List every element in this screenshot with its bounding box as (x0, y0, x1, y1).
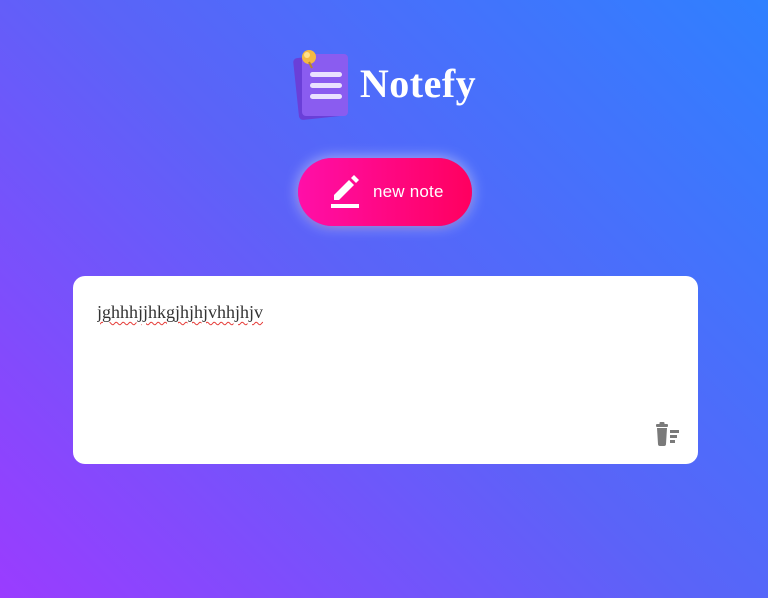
new-note-label: new note (373, 182, 444, 201)
new-note-button[interactable]: new note (298, 158, 472, 226)
note-card (73, 276, 698, 464)
app-title: Notefy (359, 61, 477, 106)
app-header: Notefy (0, 44, 768, 124)
notepad-logo-icon (292, 46, 354, 122)
trash-icon (656, 422, 679, 446)
note-text-area[interactable] (97, 302, 657, 422)
delete-note-button[interactable] (653, 422, 681, 448)
pencil-icon (331, 175, 359, 208)
